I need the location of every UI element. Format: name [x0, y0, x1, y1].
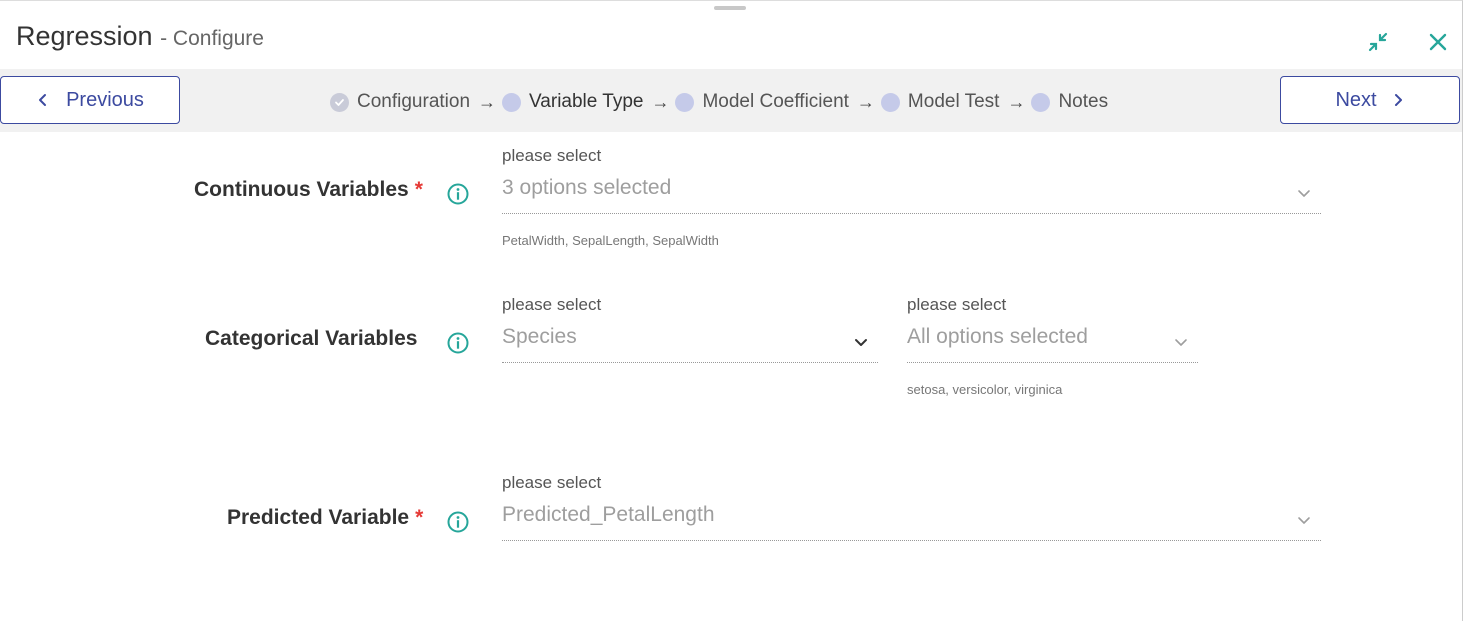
info-icon[interactable] [447, 332, 469, 354]
categorical-variables-label: Categorical Variables [205, 327, 418, 350]
panel-title: Regression - Configure [16, 21, 264, 52]
subtitle-text: - Configure [160, 27, 264, 50]
step-label: Configuration [357, 91, 471, 112]
previous-label: Previous [66, 88, 144, 111]
select-value: 3 options selected [502, 176, 672, 199]
step-dot-icon [880, 92, 900, 112]
collapse-icon [1368, 32, 1388, 52]
categorical-variables-field: please select Species [502, 295, 878, 363]
info-icon[interactable] [447, 511, 469, 533]
select-value: All options selected [907, 325, 1088, 348]
panel-header: Regression - Configure [0, 1, 1463, 69]
step-model-coefficient[interactable]: Model Coefficient [675, 91, 849, 113]
chevron-right-icon [1394, 94, 1402, 106]
field-hint: please select [907, 295, 1007, 314]
select-value: Predicted_PetalLength [502, 503, 715, 526]
close-button[interactable] [1425, 29, 1451, 55]
select-value: Species [502, 325, 577, 348]
chevron-down-icon [1298, 190, 1310, 197]
chevron-down-icon [1298, 517, 1310, 524]
predicted-variable-field: please select Predicted_PetalLength [502, 473, 1321, 541]
info-icon[interactable] [447, 183, 469, 205]
step-variable-type[interactable]: Variable Type [502, 91, 643, 113]
continuous-variables-select[interactable]: 3 options selected [502, 172, 1321, 214]
predicted-variable-select[interactable]: Predicted_PetalLength [502, 499, 1321, 541]
step-dot-icon [502, 92, 522, 112]
predicted-variable-label: Predicted Variable * [227, 506, 424, 529]
continuous-variables-field: please select 3 options selected PetalWi… [502, 146, 1321, 248]
wizard-stepbar: Previous Configuration → Variable Type →… [0, 69, 1462, 132]
required-mark: * [415, 506, 424, 529]
step-label: Model Coefficient [702, 91, 849, 112]
categorical-variables-select[interactable]: Species [502, 321, 878, 363]
step-dot-icon [1031, 92, 1051, 112]
field-hint: please select [502, 295, 602, 314]
next-button[interactable]: Next [1280, 76, 1460, 124]
step-arrow: → [856, 91, 875, 112]
chevron-down-icon [855, 339, 867, 346]
step-label: Notes [1058, 91, 1109, 112]
chevron-left-icon [39, 94, 47, 106]
next-label: Next [1335, 88, 1377, 111]
step-label: Variable Type [529, 91, 644, 112]
wizard-steps: Configuration → Variable Type → Model Co… [330, 89, 1108, 115]
step-arrow: → [478, 91, 497, 112]
categorical-levels-select[interactable]: All options selected [907, 321, 1198, 363]
step-arrow: → [651, 91, 670, 112]
step-label: Model Test [907, 91, 1000, 112]
collapse-button[interactable] [1365, 29, 1391, 55]
close-icon [1429, 33, 1447, 51]
step-arrow: → [1007, 91, 1026, 112]
step-model-test[interactable]: Model Test [880, 91, 1000, 113]
chevron-down-icon [1175, 339, 1187, 346]
continuous-variables-label: Continuous Variables * [194, 178, 423, 201]
selected-options-text: setosa, versicolor, virginica [907, 382, 1063, 397]
previous-button[interactable]: Previous [0, 76, 180, 124]
check-circle-icon [330, 92, 349, 112]
regression-panel: Regression - Configure Previous Configur… [0, 0, 1463, 621]
field-hint: please select [502, 146, 602, 165]
required-mark: * [414, 178, 423, 201]
step-configuration[interactable]: Configuration [330, 91, 470, 113]
title-text: Regression [16, 21, 153, 51]
step-dot-icon [675, 92, 695, 112]
selected-options-text: PetalWidth, SepalLength, SepalWidth [502, 233, 719, 248]
step-notes[interactable]: Notes [1031, 91, 1108, 113]
field-hint: please select [502, 473, 602, 492]
categorical-levels-field: please select All options selected setos… [907, 295, 1198, 397]
